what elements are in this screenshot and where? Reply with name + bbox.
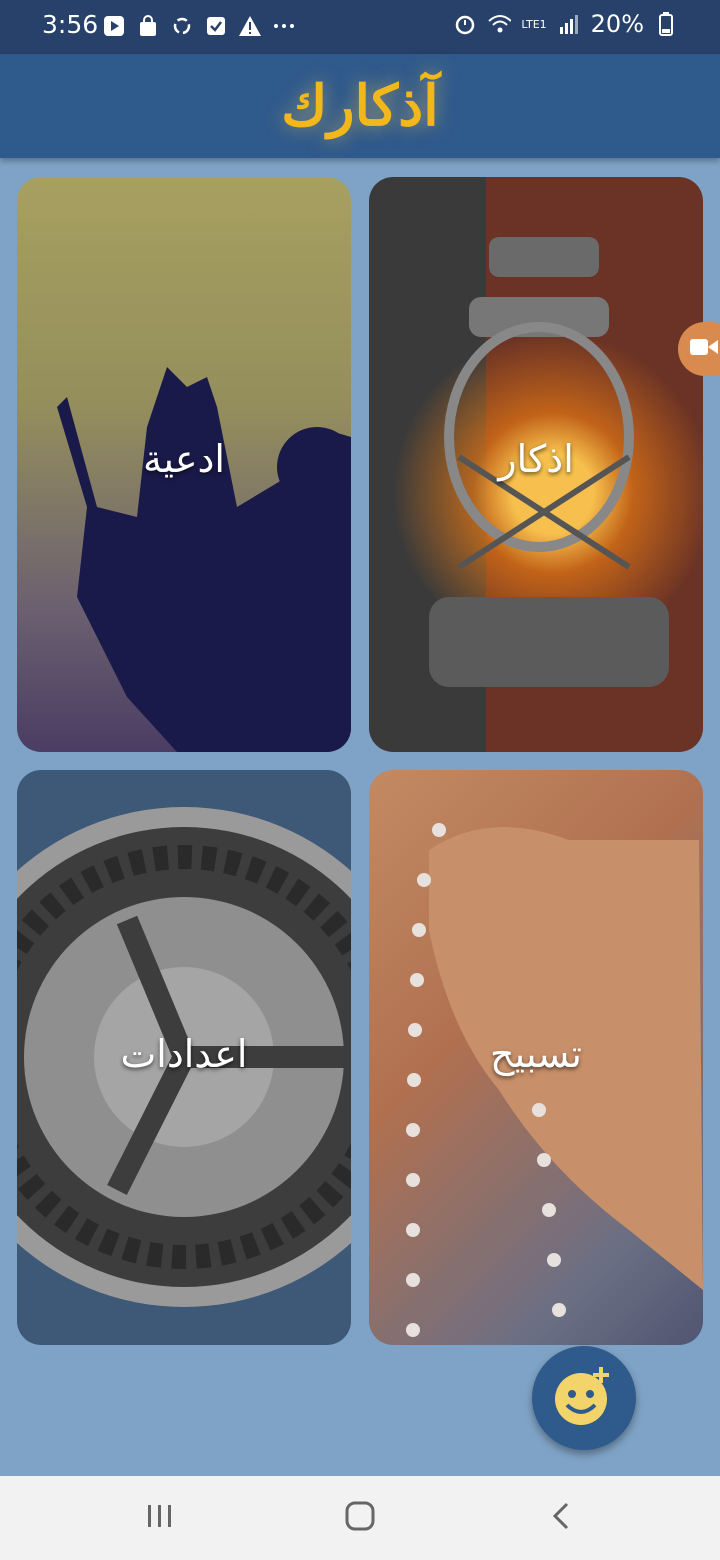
card-tasbih-label: تسبيح [490,1032,582,1076]
status-bar: 3:56 LTE1 20% [0,0,720,54]
video-icon [690,337,718,361]
wifi-icon [487,12,512,36]
app-bar: آذكارك [0,54,720,158]
home-button[interactable] [335,1496,385,1540]
more-icon [272,14,296,38]
system-nav-bar [0,1476,720,1560]
card-settings-label: اعدادات [120,1032,248,1076]
card-adhkar-label: اذكار [498,437,574,481]
status-right: LTE1 20% [453,10,678,38]
recents-button[interactable] [135,1496,185,1540]
play-icon [102,14,126,38]
sync-icon [170,14,194,38]
status-time: 3:56 [42,10,99,39]
card-adeiya-label: ادعية [143,437,225,481]
card-adeiya[interactable]: ادعية [17,177,351,752]
alarm-icon [453,12,477,36]
network-label: LTE1 [521,17,547,31]
emoji-add-button[interactable] [532,1346,636,1450]
back-button[interactable] [537,1496,587,1540]
back-icon [547,1501,577,1535]
card-settings[interactable]: اعدادات [17,770,351,1345]
battery-percent: 20% [590,10,644,38]
recents-icon [145,1501,175,1535]
home-icon [344,1500,376,1536]
card-adhkar[interactable]: اذكار [369,177,703,752]
bag-icon [136,14,160,38]
emoji-add-icon [549,1361,619,1435]
check-icon [204,14,228,38]
card-tasbih[interactable]: تسبيح [369,770,703,1345]
warning-icon [238,14,262,38]
app-title: آذكارك [281,73,439,139]
status-notifications [102,14,296,38]
signal-icon [557,12,581,36]
battery-icon [654,12,678,36]
